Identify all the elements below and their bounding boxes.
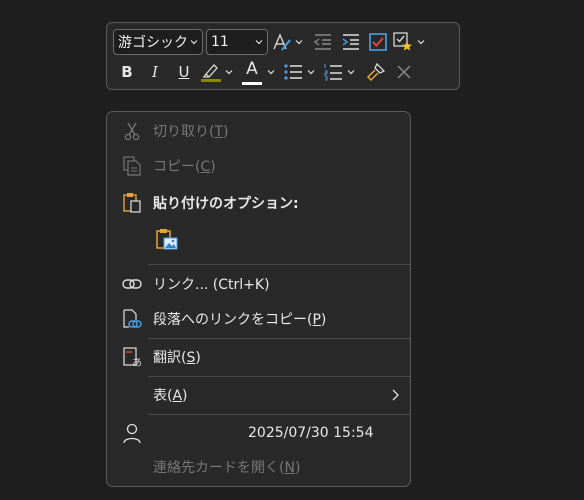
toolbar-row-1: 游ゴシック 11	[113, 27, 431, 57]
copy-link-icon	[120, 307, 144, 331]
bullets-dropdown[interactable]	[305, 68, 317, 76]
decrease-indent-icon	[313, 34, 331, 50]
font-color-swatch	[242, 82, 262, 85]
toolbar-row-2: B I U A	[113, 59, 417, 85]
menu-item-label: 段落へのリンクをコピー(P)	[153, 312, 327, 328]
chevron-right-icon	[392, 389, 399, 401]
format-painter-icon	[366, 62, 386, 82]
menu-item-table[interactable]: 表(A)	[107, 380, 410, 410]
increase-indent-button[interactable]	[337, 29, 365, 55]
task-button[interactable]	[391, 29, 415, 55]
italic-button[interactable]: I	[141, 59, 169, 85]
bullets-button[interactable]	[281, 59, 305, 85]
menu-item-link[interactable]: リンク... (Ctrl+K)	[107, 269, 410, 299]
highlight-button[interactable]	[199, 59, 223, 85]
link-icon	[120, 272, 144, 296]
menu-item-label: リンク... (Ctrl+K)	[153, 277, 270, 293]
menu-separator	[148, 414, 410, 415]
menu-item-label: 連絡先カードを開く(N)	[153, 460, 301, 476]
translate-icon: あ	[120, 345, 144, 369]
mini-toolbar: 游ゴシック 11 B I U A	[106, 22, 460, 90]
bold-button[interactable]: B	[113, 59, 141, 85]
clear-formatting-button[interactable]	[391, 59, 417, 85]
menu-separator	[148, 264, 410, 265]
menu-separator	[148, 376, 410, 377]
bullet-list-icon	[284, 64, 302, 80]
menu-item-label: 翻訳(S)	[153, 350, 201, 366]
menu-item-author: 2025/07/30 15:54	[107, 418, 410, 448]
menu-item-copy[interactable]: コピー(C)	[107, 151, 410, 181]
paste-options-label: 貼り付けのオプション:	[153, 196, 299, 212]
font-size-combobox[interactable]: 11	[206, 29, 268, 55]
decrease-indent-button[interactable]	[309, 29, 337, 55]
font-name-combobox[interactable]: 游ゴシック	[113, 29, 203, 55]
paste-picture-button[interactable]	[153, 226, 181, 254]
clipboard-icon	[120, 191, 144, 215]
styles-dropdown[interactable]	[293, 38, 305, 46]
menu-item-cut[interactable]: 切り取り(T)	[107, 116, 410, 146]
task-dropdown[interactable]	[415, 38, 427, 46]
menu-item-copy-paragraph-link[interactable]: 段落へのリンクをコピー(P)	[107, 304, 410, 334]
svg-text:あ: あ	[132, 357, 142, 368]
font-size-value: 11	[211, 34, 229, 50]
person-icon	[120, 421, 144, 445]
numbered-list-icon	[324, 64, 342, 81]
checkbox-button[interactable]	[365, 29, 391, 55]
font-color-dropdown[interactable]	[265, 68, 277, 76]
chevron-down-icon	[225, 70, 233, 75]
menu-item-translate[interactable]: あ 翻訳(S)	[107, 342, 410, 372]
underline-button[interactable]: U	[169, 59, 199, 85]
font-name-value: 游ゴシック	[118, 35, 188, 51]
menu-item-label: 切り取り(T)	[153, 124, 229, 140]
chevron-down-icon	[347, 70, 355, 75]
menu-item-label: 表(A)	[153, 388, 188, 404]
paste-picture-icon	[156, 229, 178, 250]
chevron-down-icon	[417, 40, 425, 45]
checkbox-icon	[369, 33, 387, 51]
chevron-down-icon	[295, 40, 303, 45]
menu-item-open-contact-card[interactable]: 連絡先カードを開く(N)	[107, 452, 410, 482]
timestamp: 2025/07/30 15:54	[248, 425, 374, 441]
styles-button[interactable]	[271, 29, 293, 55]
chevron-down-icon	[267, 70, 275, 75]
copy-icon	[120, 154, 144, 178]
paste-options-header: 貼り付けのオプション:	[107, 188, 410, 218]
highlight-dropdown[interactable]	[223, 68, 235, 76]
task-star-icon	[393, 32, 412, 51]
close-icon	[397, 65, 411, 79]
numbering-button[interactable]	[321, 59, 345, 85]
styles-icon	[273, 33, 291, 51]
highlighter-icon	[201, 64, 221, 82]
chevron-down-icon	[255, 40, 263, 45]
font-color-letter: A	[246, 59, 258, 79]
context-menu: 切り取り(T) コピー(C) 貼り付けのオプション: リンク... (Ctrl+…	[106, 111, 411, 487]
menu-separator	[148, 338, 410, 339]
numbering-dropdown[interactable]	[345, 68, 357, 76]
chevron-down-icon	[190, 40, 198, 45]
scissors-icon	[120, 119, 144, 143]
format-painter-button[interactable]	[361, 59, 391, 85]
chevron-down-icon	[307, 70, 315, 75]
increase-indent-icon	[342, 34, 359, 50]
font-color-button[interactable]: A	[239, 59, 265, 85]
menu-item-label: コピー(C)	[153, 159, 216, 175]
